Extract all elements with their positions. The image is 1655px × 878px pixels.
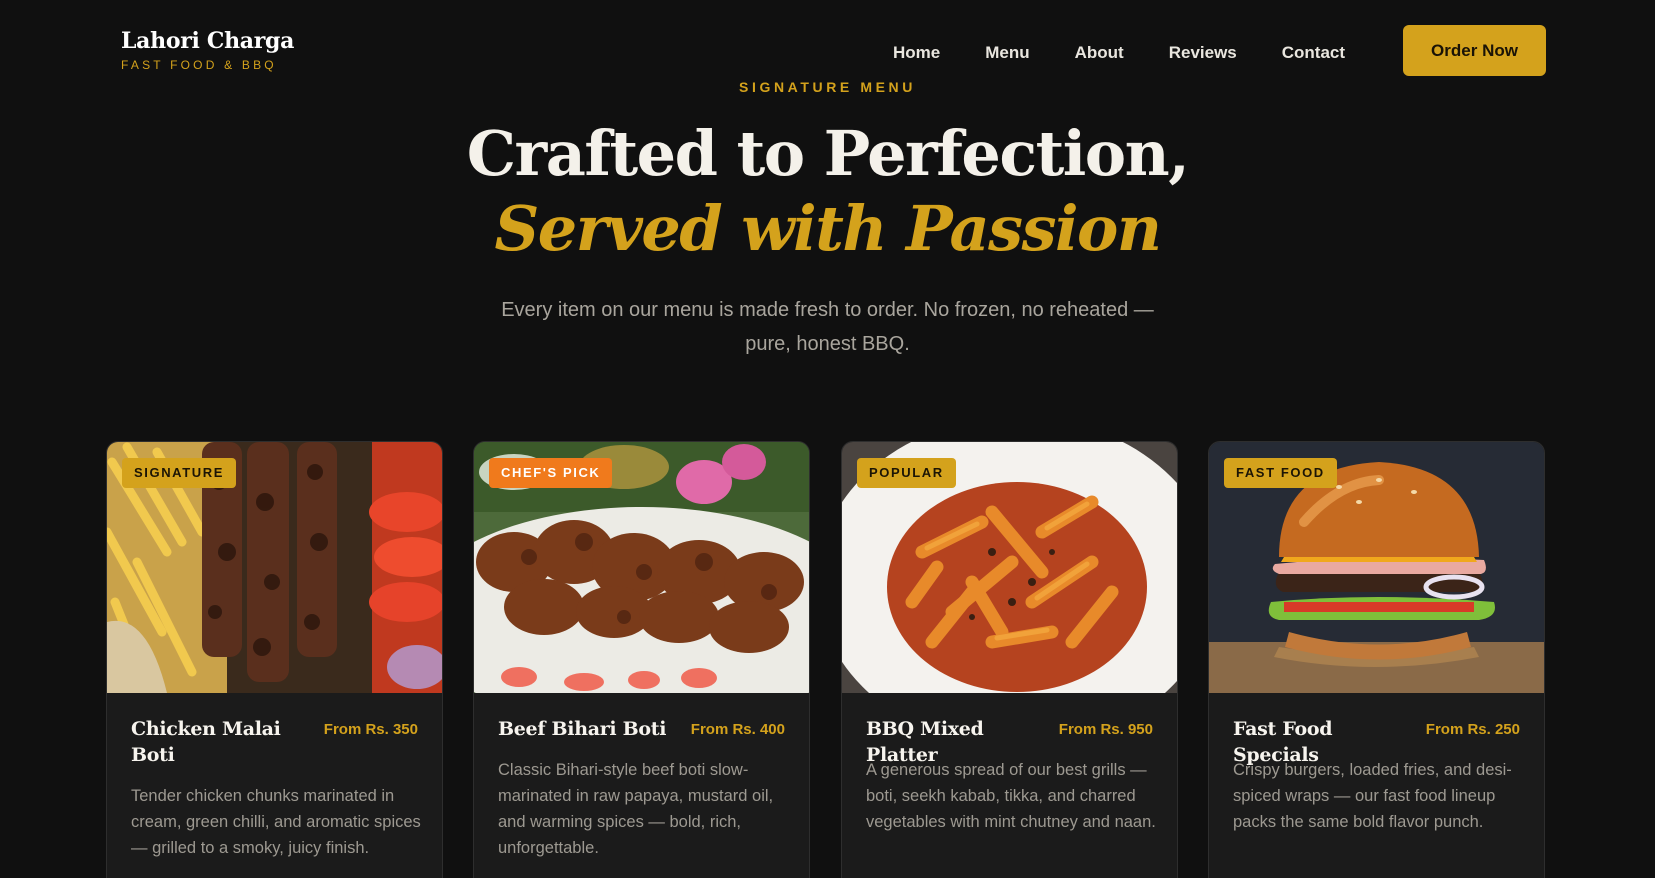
order-now-button[interactable]: Order Now: [1403, 25, 1546, 76]
menu-card-beef-bihari-boti[interactable]: CHEF'S PICK Beef Bihari Boti From Rs. 40…: [473, 441, 810, 878]
nav-link-menu[interactable]: Menu: [985, 43, 1029, 63]
section-eyebrow: SIGNATURE MENU: [739, 79, 916, 95]
signature-badge: SIGNATURE: [122, 458, 236, 488]
hero-title-accent: Served with Passion: [494, 192, 1162, 265]
menu-item-price: From Rs. 350: [323, 721, 418, 738]
menu-item-price: From Rs. 400: [690, 721, 785, 738]
brand-logo[interactable]: Lahori Charga FAST FOOD & BBQ: [121, 26, 294, 72]
nav-link-contact[interactable]: Contact: [1282, 43, 1345, 63]
fast-food-specials-image: FAST FOOD: [1209, 442, 1544, 693]
menu-card-chicken-malai-boti[interactable]: SIGNATURE Chicken Malai Boti From Rs. 35…: [106, 441, 443, 878]
nav-link-home[interactable]: Home: [893, 43, 940, 63]
main-nav: Home Menu About Reviews Contact: [893, 43, 1345, 63]
bbq-mixed-platter-image: POPULAR: [842, 442, 1177, 693]
menu-item-price: From Rs. 250: [1425, 721, 1520, 738]
brand-tagline: FAST FOOD & BBQ: [121, 58, 277, 72]
menu-item-description: Crispy burgers, loaded fries, and desi-s…: [1233, 761, 1512, 831]
popular-badge: POPULAR: [857, 458, 956, 488]
menu-item-description: Tender chicken chunks marinated in cream…: [131, 787, 421, 857]
nav-link-reviews[interactable]: Reviews: [1169, 43, 1237, 63]
beef-bihari-boti-image: CHEF'S PICK: [474, 442, 809, 693]
hero-subtitle: Every item on our menu is made fresh to …: [501, 299, 1154, 355]
page: Lahori Charga FAST FOOD & BBQ Home Menu …: [0, 0, 1655, 878]
fast-food-badge: FAST FOOD: [1224, 458, 1337, 488]
chicken-malai-boti-image: SIGNATURE: [107, 442, 442, 693]
menu-card-bbq-mixed-platter[interactable]: POPULAR BBQ Mixed Platter From Rs. 950 A…: [841, 441, 1178, 878]
menu-item-name: Beef Bihari Boti: [498, 718, 667, 740]
menu-item-description: Classic Bihari-style beef boti slow-mari…: [498, 761, 774, 857]
menu-card-fast-food-specials[interactable]: FAST FOOD Fast Food Specials From Rs. 25…: [1208, 441, 1545, 878]
menu-item-name: Chicken Malai Boti: [131, 718, 281, 766]
chefs-pick-badge: CHEF'S PICK: [489, 458, 613, 488]
brand-name: Lahori Charga: [121, 28, 295, 54]
menu-item-description: A generous spread of our best grills — b…: [866, 761, 1156, 831]
menu-item-price: From Rs. 950: [1058, 721, 1153, 738]
nav-link-about[interactable]: About: [1075, 43, 1124, 63]
hero-title: Crafted to Perfection,: [466, 117, 1190, 190]
